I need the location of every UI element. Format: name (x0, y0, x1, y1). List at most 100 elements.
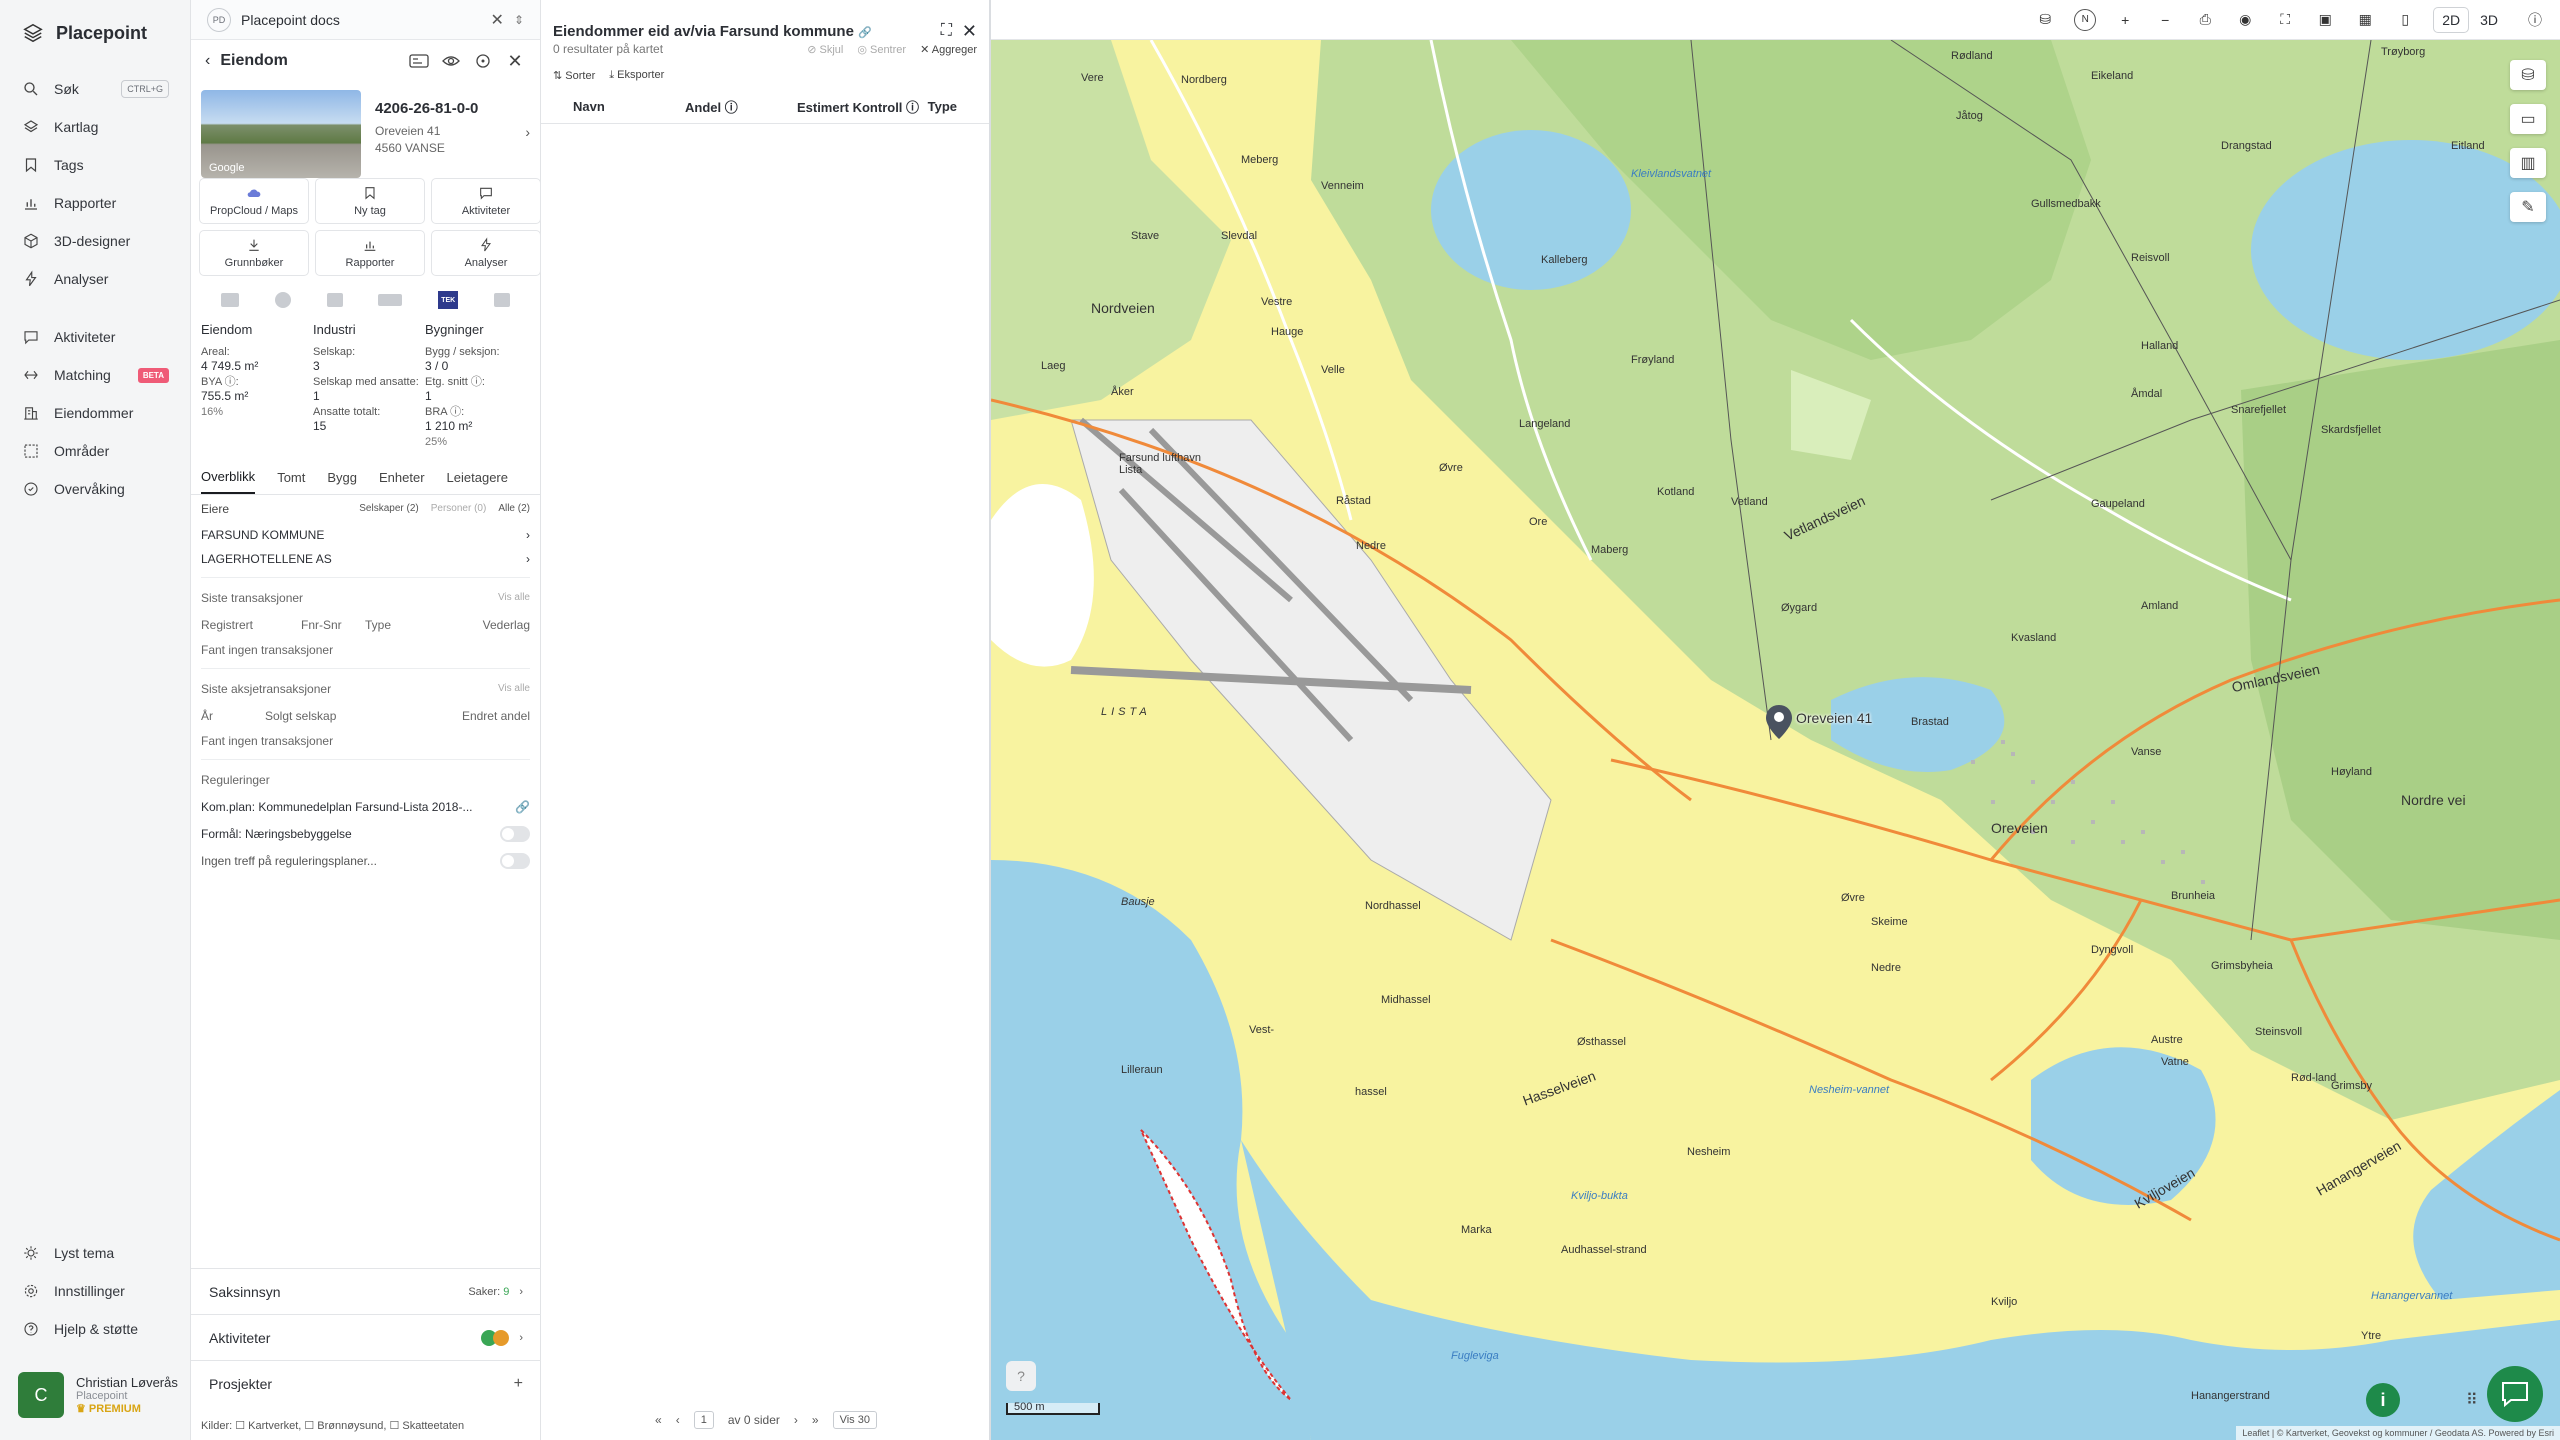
nav-item-search[interactable]: Søk CTRL+G (0, 70, 191, 108)
prosjekter-section[interactable]: Prosjekter + (191, 1360, 541, 1406)
doc-title[interactable]: Placepoint docs (241, 12, 481, 28)
info-icon[interactable]: ⓘ (2524, 9, 2546, 31)
nav-item-theme[interactable]: Lyst tema (0, 1234, 191, 1272)
link-icon[interactable]: 🔗 (515, 800, 530, 814)
nav-item-tags[interactable]: Tags (0, 146, 191, 184)
matrikkel-icon[interactable] (220, 293, 239, 307)
link-icon[interactable]: 🔗 (858, 27, 872, 39)
layers-stack-icon[interactable]: ⛁ (2034, 9, 2056, 31)
regulation-plan-row[interactable]: Kom.plan: Kommunedelplan Farsund-Lista 2… (201, 794, 530, 821)
property-marker[interactable] (1765, 704, 1793, 745)
chevron-right-icon[interactable]: › (525, 124, 530, 140)
owner-row[interactable]: FARSUND KOMMUNE › (201, 523, 530, 547)
nav-item-aktiviteter[interactable]: Aktiviteter (0, 318, 191, 356)
chat-button[interactable] (2487, 1366, 2543, 1422)
user-profile[interactable]: C Christian Løverås Placepoint ♛ PREMIUM (18, 1372, 178, 1418)
nav-item-omrader[interactable]: Områder (0, 432, 191, 470)
target-icon[interactable] (472, 50, 494, 72)
transactions-show-all[interactable]: Vis alle (498, 592, 530, 603)
nav-item-analyser[interactable]: Analyser (0, 260, 191, 298)
street-view-image[interactable]: Google (201, 90, 361, 178)
tab-leietagere[interactable]: Leietagere (447, 460, 508, 494)
eye-icon[interactable]: ◉ (2234, 9, 2256, 31)
saksinnsyn-section[interactable]: Saksinnsyn Saker: 9 › (191, 1268, 541, 1314)
nav-item-3d-designer[interactable]: 3D-designer (0, 222, 191, 260)
zoom-in-icon[interactable]: + (2114, 9, 2136, 31)
aktiviteter-tile[interactable]: Aktiviteter (431, 178, 541, 224)
col-andel[interactable]: Andel ⓘ (685, 97, 797, 116)
next-page-icon[interactable]: › (794, 1413, 798, 1427)
nav-item-rapporter[interactable]: Rapporter (0, 184, 191, 222)
mode-3d-button[interactable]: 3D (2472, 8, 2506, 32)
col-navn[interactable]: Navn (573, 99, 685, 114)
tab-bygg[interactable]: Bygg (327, 460, 357, 494)
close-icon[interactable]: ✕ (491, 10, 504, 30)
fullscreen-icon[interactable]: ⛶ (2274, 9, 2296, 31)
filter-all[interactable]: Alle (2) (498, 503, 530, 514)
last-page-icon[interactable]: » (812, 1413, 819, 1427)
info-button[interactable]: i (2366, 1383, 2400, 1417)
propcloud-tile[interactable]: PropCloud / Maps (199, 178, 309, 224)
rapporter-tile[interactable]: Rapporter (315, 230, 425, 276)
map-label: Nordberg (1181, 74, 1227, 86)
filter-companies[interactable]: Selskaper (2) (359, 503, 418, 514)
drag-handle-icon[interactable]: ⠿ (2466, 1390, 2478, 1410)
map-layer-button[interactable]: ⛁ (2510, 60, 2546, 90)
close-icon[interactable]: ✕ (504, 50, 526, 72)
filter-persons[interactable]: Personer (0) (431, 503, 487, 514)
compass-icon[interactable]: N (2074, 8, 2097, 31)
eye-icon[interactable] (440, 50, 462, 72)
aggregate-button[interactable]: ✕ Aggreger (920, 43, 977, 56)
id-card-icon[interactable] (408, 50, 430, 72)
prev-page-icon[interactable]: ‹ (676, 1413, 680, 1427)
plant-icon[interactable] (326, 293, 343, 307)
export-button[interactable]: ⤓ Eksporter (609, 69, 664, 82)
chevron-updown-icon[interactable]: ⇕ (514, 13, 524, 27)
tab-enheter[interactable]: Enheter (379, 460, 425, 494)
camera-icon[interactable]: ▣ (2314, 9, 2336, 31)
nav-item-settings[interactable]: Innstillinger (0, 1272, 191, 1310)
col-estimert-kontroll[interactable]: Estimert Kontroll ⓘ (797, 97, 928, 116)
center-button[interactable]: ◎ Sentrer (857, 43, 906, 56)
formal-toggle[interactable] (500, 826, 530, 843)
sort-button[interactable]: ⇅ Sorter (553, 69, 595, 82)
page-size-select[interactable]: Vis 30 (832, 1411, 877, 1429)
analyser-tile[interactable]: Analyser (431, 230, 541, 276)
tab-tomt[interactable]: Tomt (277, 460, 305, 494)
bars-icon[interactable] (378, 294, 403, 306)
map-draw-button[interactable]: ✎ (2510, 192, 2546, 222)
share-transactions-show-all[interactable]: Vis alle (498, 683, 530, 694)
bookmark-icon[interactable]: ▯ (2394, 9, 2416, 31)
plus-icon[interactable]: + (514, 1375, 523, 1393)
nav-item-help[interactable]: Hjelp & støtte (0, 1310, 191, 1348)
ny-tag-tile[interactable]: Ny tag (315, 178, 425, 224)
property-card[interactable]: Google 4206-26-81-0-0 Oreveien 41 4560 VA… (191, 82, 540, 178)
nav-item-overvaking[interactable]: Overvåking (0, 470, 191, 508)
col-type[interactable]: Type (928, 99, 957, 114)
first-page-icon[interactable]: « (655, 1413, 662, 1427)
tab-overblikk[interactable]: Overblikk (201, 460, 256, 495)
grunnboker-tile[interactable]: Grunnbøker (199, 230, 309, 276)
map-ruler-button[interactable]: ▭ (2510, 104, 2546, 134)
map-stats-button[interactable]: ▥ (2510, 148, 2546, 178)
map-help-button[interactable]: ? (1006, 1361, 1036, 1391)
globe-icon[interactable] (274, 292, 291, 308)
grid-icon[interactable]: ▦ (2354, 9, 2376, 31)
back-icon[interactable]: ‹ (205, 52, 210, 70)
print-icon[interactable]: ⎙ (2194, 9, 2216, 31)
owner-row[interactable]: LAGERHOTELLENE AS › (201, 547, 530, 571)
expand-icon[interactable]: ⛶ (941, 22, 952, 40)
brand[interactable]: Placepoint (22, 22, 147, 44)
mode-2d-button[interactable]: 2D (2434, 7, 2469, 32)
house-icon[interactable] (494, 293, 511, 307)
aktiviteter-section[interactable]: Aktiviteter › (191, 1314, 541, 1360)
nav-item-kartlag[interactable]: Kartlag (0, 108, 191, 146)
close-icon[interactable]: ✕ (962, 21, 977, 42)
zoom-out-icon[interactable]: − (2154, 9, 2176, 31)
hide-button[interactable]: ⊘ Skjul (807, 43, 843, 56)
nav-item-matching[interactable]: Matching BETA (0, 356, 191, 394)
nav-item-eiendommer[interactable]: Eiendommer (0, 394, 191, 432)
plans-toggle[interactable] (500, 853, 530, 870)
page-number-input[interactable]: 1 (693, 1411, 714, 1429)
tek-badge-icon[interactable]: TEK (438, 291, 459, 309)
